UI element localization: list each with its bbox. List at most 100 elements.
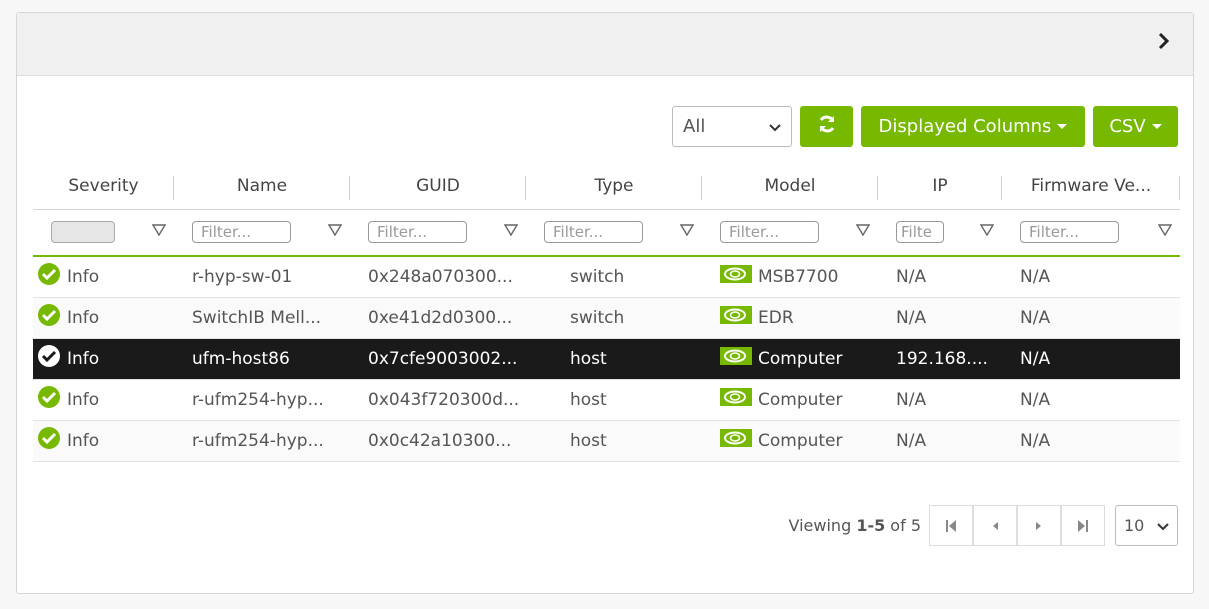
toolbar: All Displayed Columns CSV <box>672 106 1178 147</box>
type-filter-input[interactable]: Filter... <box>544 221 643 244</box>
guid-cell: 0x0c42a10300... <box>350 420 526 462</box>
caret-down-icon <box>1057 124 1068 129</box>
severity-label: Info <box>67 348 100 369</box>
refresh-button[interactable] <box>800 106 853 147</box>
check-circle-icon <box>37 426 61 455</box>
firmware-cell: N/A <box>1002 420 1180 462</box>
severity-filter-input[interactable] <box>51 221 115 244</box>
check-circle-icon <box>37 344 61 373</box>
table-row-selected[interactable]: Info ufm-host86 0x7cfe9003002... host Co… <box>33 338 1180 380</box>
filter-cell-firmware: Filter... <box>1002 209 1180 257</box>
name-cell: r-ufm254-hyp... <box>174 379 350 421</box>
nvidia-logo-icon <box>720 347 752 370</box>
funnel-icon[interactable] <box>1157 222 1173 242</box>
caret-down-icon <box>1151 124 1162 129</box>
firmware-cell: N/A <box>1002 379 1180 421</box>
severity-label: Info <box>67 430 100 451</box>
chevron-right-icon[interactable] <box>1153 27 1175 55</box>
firmware-cell: N/A <box>1002 256 1180 298</box>
table-row[interactable]: Info r-ufm254-hyp... 0x043f720300d... ho… <box>33 379 1180 421</box>
page-size-select[interactable]: 10 <box>1115 505 1178 546</box>
select-value: All <box>683 116 706 137</box>
guid-filter-input[interactable]: Filter... <box>368 221 467 244</box>
table-row[interactable]: Info SwitchIB Mell... 0xe41d2d0300... sw… <box>33 297 1180 339</box>
guid-cell: 0xe41d2d0300... <box>350 297 526 339</box>
table-row[interactable]: Info r-ufm254-hyp... 0x0c42a10300... hos… <box>33 420 1180 462</box>
chevron-down-icon <box>1157 516 1169 535</box>
funnel-icon[interactable] <box>679 222 695 242</box>
model-label: MSB7700 <box>758 266 839 287</box>
funnel-icon[interactable] <box>979 222 995 242</box>
name-cell: SwitchIB Mell... <box>174 297 350 339</box>
displayed-columns-button[interactable]: Displayed Columns <box>861 106 1085 147</box>
column-header-model[interactable]: Model <box>702 164 878 210</box>
devices-table: Severity Name GUID Type Model IP Firmwar… <box>33 164 1180 462</box>
funnel-icon[interactable] <box>855 222 871 242</box>
firmware-filter-input[interactable]: Filter... <box>1020 221 1119 244</box>
last-page-icon[interactable] <box>1061 505 1105 546</box>
table-row[interactable]: Info r-hyp-sw-01 0x248a070300... switch … <box>33 256 1180 298</box>
refresh-icon <box>817 114 837 139</box>
type-cell: switch <box>526 297 702 339</box>
panel-header <box>17 13 1193 76</box>
guid-cell: 0x7cfe9003002... <box>350 338 526 380</box>
page-size-value: 10 <box>1124 516 1145 535</box>
filter-cell-severity <box>33 209 174 257</box>
funnel-icon[interactable] <box>503 222 519 242</box>
column-header-name[interactable]: Name <box>174 164 350 210</box>
viewing-text: Viewing 1-5 of 5 <box>788 516 921 535</box>
model-filter-input[interactable]: Filter... <box>720 221 819 244</box>
ip-cell: N/A <box>878 420 1002 462</box>
displayed-columns-label: Displayed Columns <box>878 116 1052 137</box>
devices-panel: All Displayed Columns CSV Severity Name … <box>16 12 1194 594</box>
ip-cell: N/A <box>878 256 1002 298</box>
severity-label: Info <box>67 266 100 287</box>
ip-filter-input[interactable]: Filte <box>896 221 944 244</box>
model-label: EDR <box>758 307 794 328</box>
chevron-down-icon <box>769 116 781 137</box>
firmware-cell: N/A <box>1002 297 1180 339</box>
filter-cell-model: Filter... <box>702 209 878 257</box>
nvidia-logo-icon <box>720 429 752 452</box>
funnel-icon[interactable] <box>151 222 167 242</box>
severity-filter-select[interactable]: All <box>672 106 792 147</box>
name-cell: ufm-host86 <box>174 338 350 380</box>
guid-cell: 0x248a070300... <box>350 256 526 298</box>
filter-cell-ip: Filte <box>878 209 1002 257</box>
type-cell: host <box>526 420 702 462</box>
column-header-ip[interactable]: IP <box>878 164 1002 210</box>
first-page-icon[interactable] <box>929 505 973 546</box>
type-cell: host <box>526 379 702 421</box>
model-label: Computer <box>758 389 843 410</box>
check-circle-icon <box>37 303 61 332</box>
ip-cell: 192.168.... <box>878 338 1002 380</box>
model-label: Computer <box>758 430 843 451</box>
csv-button[interactable]: CSV <box>1093 106 1178 147</box>
check-circle-icon <box>37 262 61 291</box>
funnel-icon[interactable] <box>327 222 343 242</box>
filter-cell-type: Filter... <box>526 209 702 257</box>
nvidia-logo-icon <box>720 306 752 329</box>
pagination: Viewing 1-5 of 5 10 <box>789 505 1178 546</box>
nvidia-logo-icon <box>720 265 752 288</box>
filter-cell-name: Filter... <box>174 209 350 257</box>
csv-label: CSV <box>1109 116 1146 137</box>
model-label: Computer <box>758 348 843 369</box>
ip-cell: N/A <box>878 379 1002 421</box>
severity-label: Info <box>67 307 100 328</box>
guid-cell: 0x043f720300d... <box>350 379 526 421</box>
column-header-type[interactable]: Type <box>526 164 702 210</box>
name-cell: r-ufm254-hyp... <box>174 420 350 462</box>
nvidia-logo-icon <box>720 388 752 411</box>
column-header-firmware[interactable]: Firmware Ve... <box>1002 164 1180 210</box>
column-header-guid[interactable]: GUID <box>350 164 526 210</box>
name-filter-input[interactable]: Filter... <box>192 221 291 244</box>
severity-label: Info <box>67 389 100 410</box>
column-header-severity[interactable]: Severity <box>33 164 174 210</box>
firmware-cell: N/A <box>1002 338 1180 380</box>
next-page-icon[interactable] <box>1017 505 1061 546</box>
type-cell: switch <box>526 256 702 298</box>
name-cell: r-hyp-sw-01 <box>174 256 350 298</box>
prev-page-icon[interactable] <box>973 505 1017 546</box>
ip-cell: N/A <box>878 297 1002 339</box>
